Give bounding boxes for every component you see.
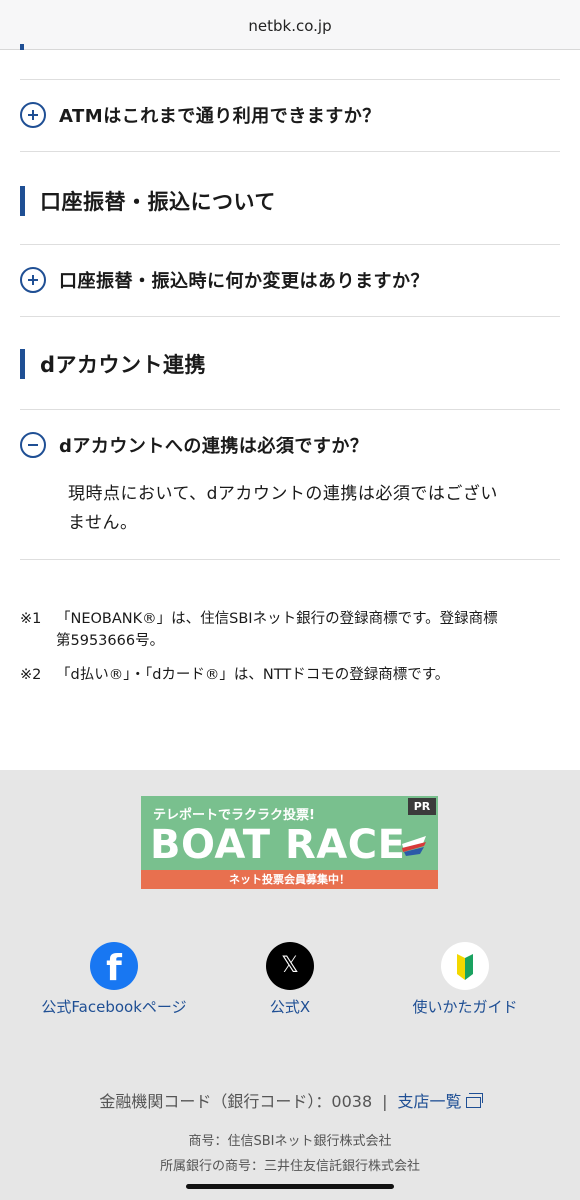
boat-race-banner[interactable]: テレポートでラクラク投票! PR BOAT RACE ネット投票会員募集中！ <box>141 796 438 889</box>
facebook-icon[interactable]: f <box>90 942 138 990</box>
external-window-icon[interactable] <box>465 1093 483 1108</box>
beginner-mark-icon[interactable] <box>441 942 489 990</box>
url-text[interactable]: netbk.co.jp <box>248 17 331 35</box>
branch-list-link[interactable]: 支店一覧 <box>398 1092 483 1111</box>
guide-label[interactable]: 使いかたガイド <box>375 996 555 1017</box>
footnote-1: ※1 「NEOBANK®」は、住信SBIネット銀行の登録商標です。登録商標 第5… <box>20 608 565 652</box>
divider <box>20 244 560 245</box>
faq-question[interactable]: dアカウントへの連携は必須ですか？ <box>59 432 368 458</box>
banner-tagline: テレポートでラクラク投票! <box>153 808 315 823</box>
branch-list-label[interactable]: 支店一覧 <box>398 1092 462 1111</box>
company-name: 商号：住信SBIネット銀行株式会社 <box>188 1134 392 1149</box>
section-title: dアカウント連携 <box>40 353 207 377</box>
parent-bank-name: 所属銀行の商号：三井住友信託銀行株式会社 <box>159 1159 420 1174</box>
bank-code: 金融機関コード（銀行コード）：0038 <box>99 1092 373 1111</box>
section-heading-transfer: 口座振替・振込について <box>20 181 560 221</box>
divider <box>20 151 560 152</box>
footnote-text: 第5953666号。 <box>56 633 165 649</box>
faq-item-transfer[interactable]: 口座振替・振込時に何か変更はありますか？ <box>20 260 560 300</box>
banner-headline: BOAT RACE <box>150 822 406 868</box>
footnote-mark: ※1 <box>20 611 42 627</box>
browser-url-bar[interactable]: netbk.co.jp <box>0 0 580 50</box>
divider <box>20 316 560 317</box>
facebook-label[interactable]: 公式Facebookページ <box>24 996 204 1017</box>
answer-line: 現時点において、dアカウントの連携は必須ではござい <box>68 484 498 504</box>
minus-circle-icon[interactable] <box>20 432 46 458</box>
divider <box>20 79 560 80</box>
section-bar-fragment <box>20 44 24 50</box>
footnote-text: 「NEOBANK®」は、住信SBIネット銀行の登録商標です。登録商標 <box>56 611 498 627</box>
x-label[interactable]: 公式X <box>200 996 380 1017</box>
x-icon[interactable]: 𝕏 <box>266 942 314 990</box>
divider <box>20 559 560 560</box>
section-accent-bar <box>20 186 25 216</box>
section-heading-daccount: dアカウント連携 <box>20 344 560 384</box>
footnote-2: ※2 「d払い®」・「dカード®」は、NTTドコモの登録商標です。 <box>20 664 565 686</box>
faq-question[interactable]: ATMはこれまで通り利用できますか？ <box>59 102 381 128</box>
footnote-mark: ※2 <box>20 667 42 683</box>
divider <box>20 409 560 410</box>
boat-icon <box>402 836 426 856</box>
plus-circle-icon[interactable] <box>20 102 46 128</box>
faq-item-atm[interactable]: ATMはこれまで通り利用できますか？ <box>20 95 560 135</box>
facebook-link[interactable]: f 公式Facebookページ <box>24 942 204 1017</box>
section-accent-bar <box>20 349 25 379</box>
separator: | <box>382 1092 388 1111</box>
faq-question[interactable]: 口座振替・振込時に何か変更はありますか？ <box>59 267 429 293</box>
bank-code-line: 金融機関コード（銀行コード）：0038 | 支店一覧 <box>0 1088 580 1112</box>
plus-circle-icon[interactable] <box>20 267 46 293</box>
answer-line: ません。 <box>68 513 138 533</box>
faq-answer: 現時点において、dアカウントの連携は必須ではござい ません。 <box>68 480 538 538</box>
footnote-text: 「d払い®」・「dカード®」は、NTTドコモの登録商標です。 <box>56 667 450 683</box>
home-indicator <box>186 1184 394 1189</box>
faq-item-daccount[interactable]: dアカウントへの連携は必須ですか？ <box>20 425 560 465</box>
site-footer: テレポートでラクラク投票! PR BOAT RACE ネット投票会員募集中！ f… <box>0 770 580 1200</box>
section-title: 口座振替・振込について <box>40 190 276 214</box>
x-link[interactable]: 𝕏 公式X <box>200 942 380 1017</box>
guide-link[interactable]: 使いかたガイド <box>375 942 555 1017</box>
banner-strip: ネット投票会員募集中！ <box>141 870 438 889</box>
pr-badge: PR <box>408 798 436 815</box>
